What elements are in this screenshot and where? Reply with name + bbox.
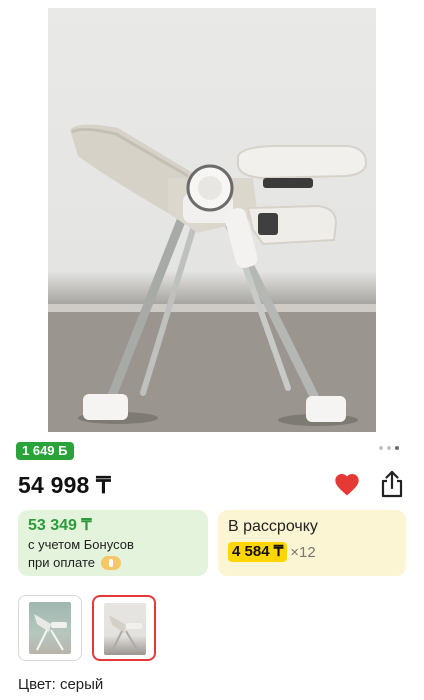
share-button[interactable] xyxy=(378,469,406,499)
variant-image xyxy=(104,603,146,655)
payment-note-text: при оплате xyxy=(28,555,95,570)
variant-thumbnail[interactable] xyxy=(18,595,82,661)
payment-note: при оплате xyxy=(28,554,198,572)
bonus-note: с учетом Бонусов xyxy=(28,537,134,552)
installment-row: 4 584 ₸ ×12 xyxy=(228,542,396,562)
bonus-price-card[interactable]: 53 349 ₸ с учетом Бонусов при оплате xyxy=(18,510,208,576)
installment-card[interactable]: В рассрочку 4 584 ₸ ×12 xyxy=(218,510,406,576)
bonus-badge: 1 649 Б xyxy=(16,442,74,460)
variant-thumbnail-selected[interactable] xyxy=(92,595,156,661)
heart-icon xyxy=(335,474,359,496)
favorite-button[interactable] xyxy=(333,471,361,499)
share-icon xyxy=(381,470,403,498)
product-photo[interactable] xyxy=(48,8,376,432)
color-label: Цвет: серый xyxy=(18,676,104,693)
installment-amount: 4 584 ₸ xyxy=(228,542,288,562)
product-price: 54 998 ₸ xyxy=(18,472,111,498)
kaspi-icon xyxy=(100,555,121,570)
bonus-price: 53 349 ₸ xyxy=(28,517,92,534)
installment-months: ×12 xyxy=(290,543,316,561)
gallery-dot xyxy=(387,446,391,450)
installment-title: В рассрочку xyxy=(228,518,318,535)
gallery-dot xyxy=(379,446,383,450)
variant-image xyxy=(29,602,71,654)
gallery-dots xyxy=(379,446,399,450)
gallery-dot-active xyxy=(395,446,399,450)
